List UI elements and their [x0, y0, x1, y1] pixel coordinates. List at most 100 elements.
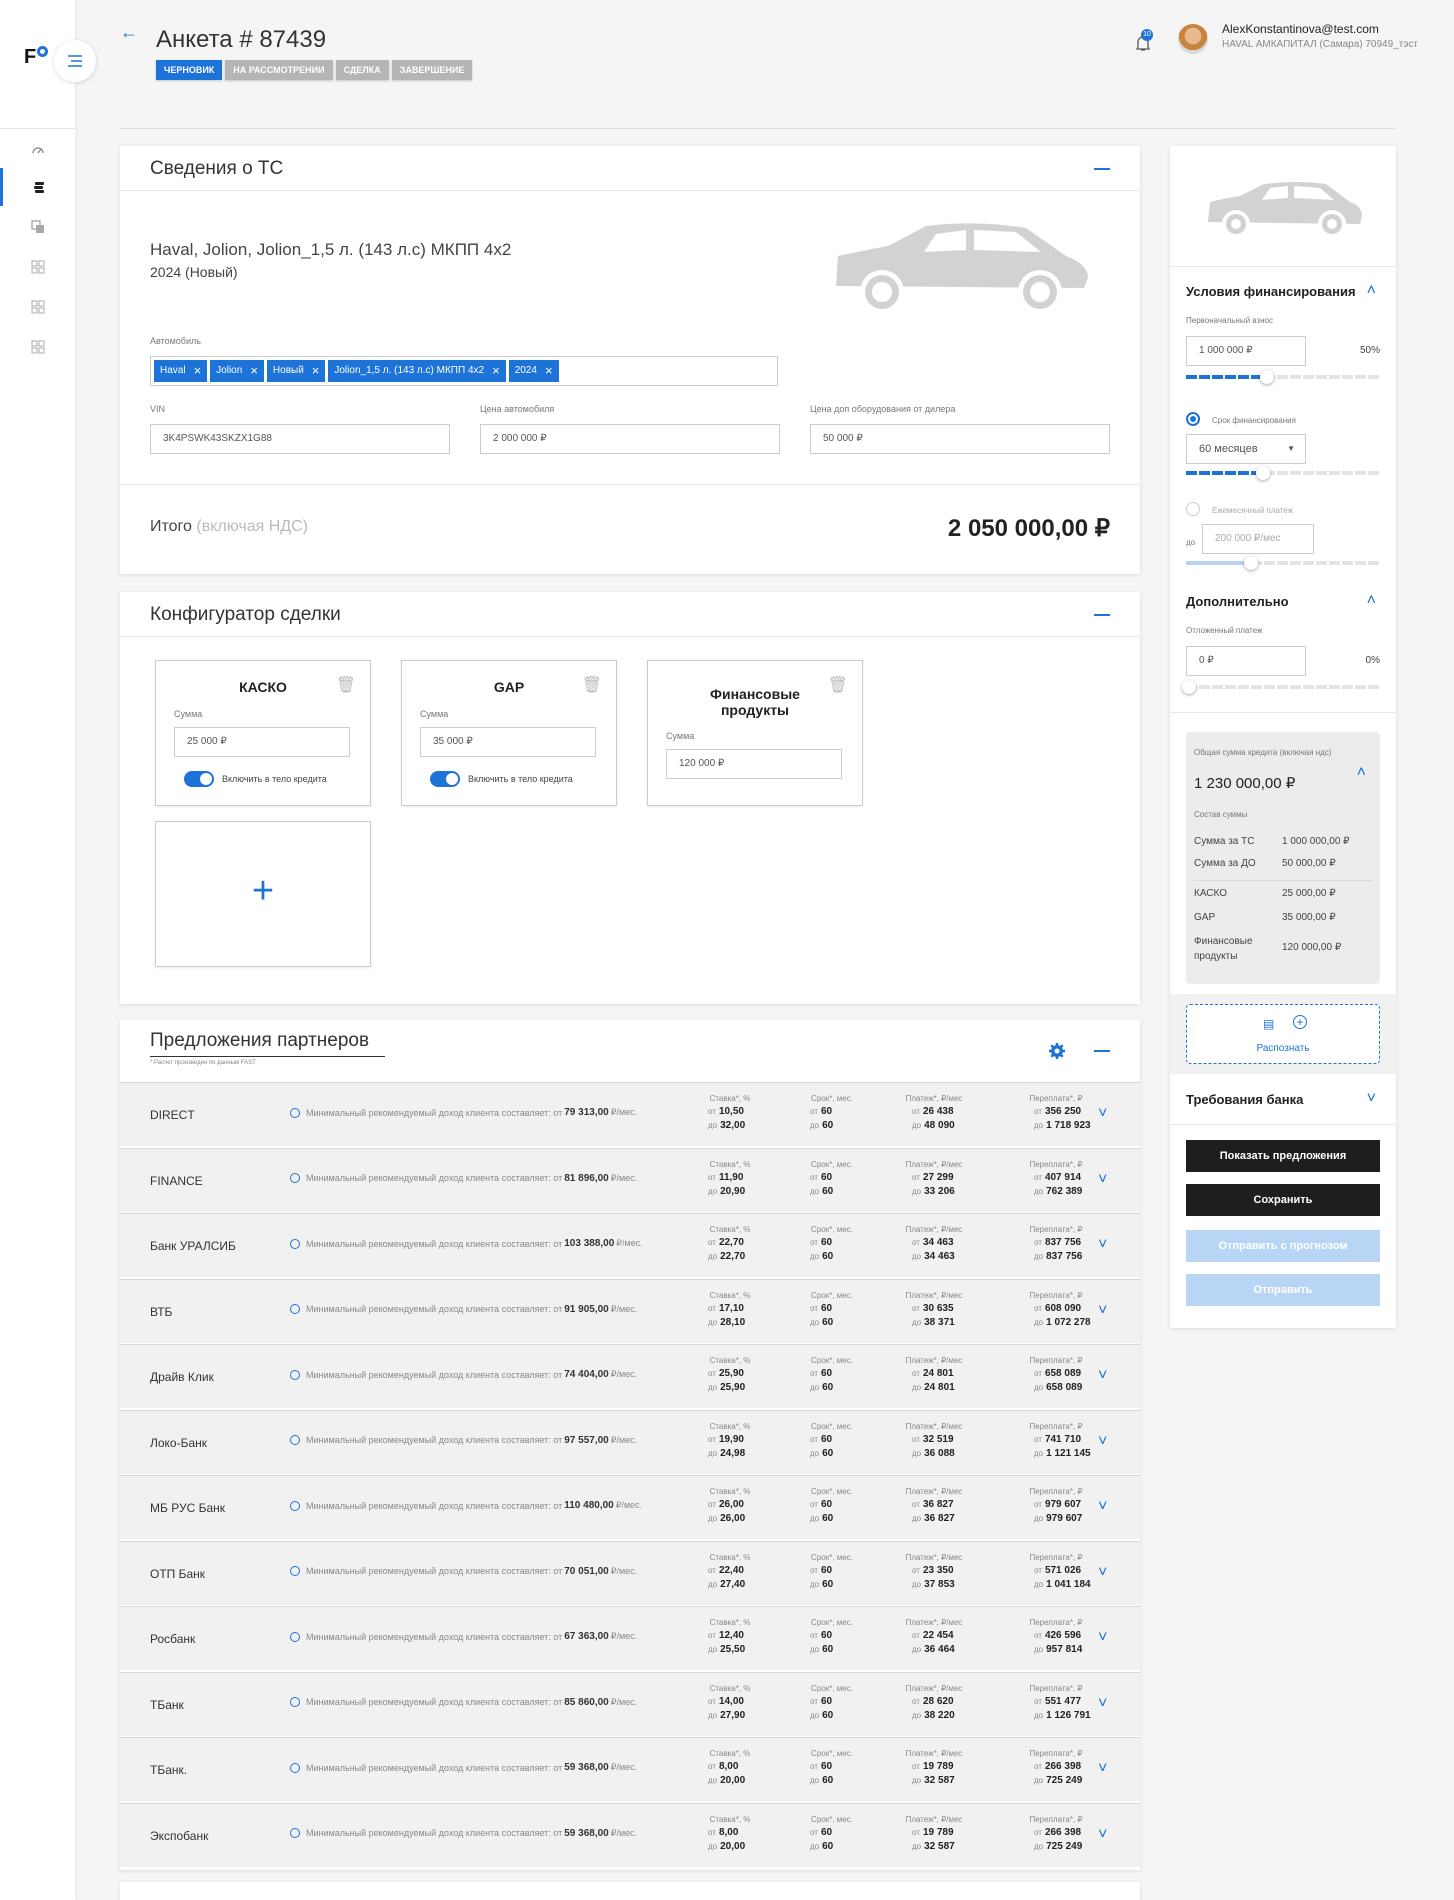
- partner-row[interactable]: DIRECT Минимальный рекомендуемый доход к…: [120, 1082, 1140, 1146]
- chevron-up-icon[interactable]: ˄: [1367, 592, 1376, 610]
- collapse-button[interactable]: [1094, 1050, 1110, 1052]
- chevron-down-icon[interactable]: ˅: [1098, 1302, 1107, 1320]
- offer-column: Срок*, мес. от 60 до 60: [792, 1421, 872, 1461]
- send-button[interactable]: Отправить: [1186, 1274, 1380, 1306]
- income-info: Минимальный рекомендуемый доход клиента …: [290, 1697, 637, 1708]
- tag-chip[interactable]: Новый ×: [266, 357, 326, 385]
- tag-chip[interactable]: Jolion_1,5 л. (143 л.с) МКПП 4x2 ×: [328, 357, 506, 385]
- partner-row[interactable]: ВТБ Минимальный рекомендуемый доход клие…: [120, 1278, 1140, 1343]
- down-payment-input[interactable]: 1 000 000 ₽: [1186, 336, 1306, 366]
- avatar[interactable]: [1178, 24, 1208, 54]
- tag-chip[interactable]: Haval ×: [154, 357, 208, 385]
- sidebar-item-grid-1[interactable]: [0, 248, 75, 286]
- to-value: до 48 090: [912, 1120, 955, 1131]
- deferred-slider[interactable]: [1182, 680, 1380, 694]
- chevron-down-icon[interactable]: ˅: [1098, 1105, 1107, 1123]
- monthly-slider[interactable]: [1186, 556, 1380, 570]
- send-with-forecast-button[interactable]: Отправить с прогнозом: [1186, 1230, 1380, 1262]
- breakdown-item-label: Финансовые продукты: [1194, 936, 1253, 962]
- chevron-down-icon[interactable]: ˅: [1098, 1236, 1107, 1254]
- sidebar-item-dashboard[interactable]: [0, 130, 75, 168]
- close-icon[interactable]: ×: [492, 357, 500, 385]
- collapse-button[interactable]: [1094, 614, 1110, 616]
- partner-row[interactable]: Локо-Банк Минимальный рекомендуемый дохо…: [120, 1409, 1140, 1474]
- tag-chip[interactable]: Jolion ×: [210, 360, 264, 382]
- add-product-button[interactable]: +: [155, 821, 371, 967]
- partner-row[interactable]: FINANCE Минимальный рекомендуемый доход …: [120, 1147, 1140, 1212]
- column-header: Срок*, мес.: [811, 1814, 853, 1824]
- info-icon: [290, 1304, 300, 1314]
- chevron-down-icon[interactable]: ˅: [1098, 1171, 1107, 1189]
- partner-row[interactable]: Экспобанк Минимальный рекомендуемый дохо…: [120, 1802, 1140, 1867]
- partner-row[interactable]: Банк УРАЛСИБ Минимальный рекомендуемый д…: [120, 1213, 1140, 1277]
- gear-icon[interactable]: [1048, 1042, 1066, 1060]
- partner-row[interactable]: ТБанк Минимальный рекомендуемый доход кл…: [120, 1671, 1140, 1736]
- include-toggle[interactable]: [184, 771, 214, 787]
- price-input[interactable]: 2 000 000 ₽: [480, 424, 780, 454]
- finance-panel: Условия финансирования ˄ Первоначальный …: [1170, 146, 1396, 1328]
- back-arrow-icon[interactable]: ←: [120, 22, 138, 43]
- partner-row[interactable]: ОТП Банк Минимальный рекомендуемый доход…: [120, 1540, 1140, 1605]
- deferred-input[interactable]: 0 ₽: [1186, 646, 1306, 676]
- chevron-up-icon[interactable]: ˄: [1367, 282, 1376, 300]
- from-label: от: [553, 1500, 563, 1511]
- bank-requirements[interactable]: Требования банка: [1186, 1092, 1303, 1107]
- partner-row[interactable]: Росбанк Минимальный рекомендуемый доход …: [120, 1606, 1140, 1670]
- column-header: Платеж*, ₽/мес: [905, 1421, 963, 1431]
- bank-name: Экспобанк: [150, 1828, 209, 1843]
- sidebar-item-copy[interactable]: [0, 208, 75, 246]
- sidebar-item-grid-3[interactable]: [0, 328, 75, 366]
- menu-toggle-button[interactable]: [54, 40, 96, 82]
- to-value: до 1 121 145: [1034, 1447, 1091, 1459]
- notifications-button[interactable]: 10: [1135, 29, 1153, 57]
- trash-icon[interactable]: 🗑: [582, 675, 602, 695]
- chevron-down-icon[interactable]: ˅: [1098, 1564, 1107, 1582]
- include-toggle[interactable]: [430, 771, 460, 787]
- to-value: до 27,90: [708, 1709, 746, 1721]
- to-value: до 36 827: [912, 1513, 955, 1524]
- from-value: от 10,50: [708, 1106, 744, 1117]
- offer-column: Ставка*, % от 19,90 до 24,98: [690, 1421, 770, 1461]
- chevron-up-icon[interactable]: ˄: [1357, 764, 1366, 782]
- vin-input[interactable]: 3K4PSWK43SKZX1G88: [150, 424, 450, 454]
- trash-icon[interactable]: 🗑: [336, 675, 356, 695]
- product-sum-input[interactable]: 120 000 ₽: [666, 749, 842, 779]
- term-radio[interactable]: [1186, 412, 1200, 426]
- chevron-down-icon[interactable]: ˅: [1098, 1498, 1107, 1516]
- info-icon: [290, 1107, 300, 1118]
- save-button[interactable]: Сохранить: [1186, 1184, 1380, 1216]
- show-offers-button[interactable]: Показать предложения: [1186, 1140, 1380, 1172]
- monthly-input[interactable]: 200 000 ₽/мес: [1202, 524, 1314, 554]
- chevron-down-icon[interactable]: ˅: [1367, 1090, 1376, 1108]
- chevron-down-icon[interactable]: ˅: [1098, 1629, 1107, 1647]
- chevron-down-icon[interactable]: ˅: [1098, 1760, 1107, 1778]
- chevron-down-icon[interactable]: ˅: [1098, 1367, 1107, 1385]
- partner-row[interactable]: МБ РУС Банк Минимальный рекомендуемый до…: [120, 1475, 1140, 1539]
- sidebar-item-grid-2[interactable]: [0, 288, 75, 326]
- close-icon[interactable]: ×: [312, 357, 320, 385]
- chevron-down-icon[interactable]: ˅: [1098, 1826, 1107, 1844]
- chevron-down-icon[interactable]: ˅: [1098, 1695, 1107, 1713]
- term-select[interactable]: 60 месяцев ▼: [1186, 434, 1306, 464]
- collapse-button[interactable]: [1094, 168, 1110, 170]
- term-slider[interactable]: [1186, 466, 1380, 480]
- partner-row[interactable]: ТБанк. Минимальный рекомендуемый доход к…: [120, 1737, 1140, 1801]
- close-icon[interactable]: ×: [250, 357, 258, 385]
- monthly-radio[interactable]: [1186, 502, 1200, 516]
- to-value: до 27,40: [708, 1578, 746, 1590]
- from-value: от 32 519: [912, 1433, 954, 1445]
- partner-row[interactable]: Драйв Клик Минимальный рекомендуемый дох…: [120, 1344, 1140, 1408]
- column-header: Платеж*, ₽/мес: [905, 1159, 963, 1169]
- sidebar-item-finance[interactable]: [0, 168, 75, 206]
- product-sum-input[interactable]: 25 000 ₽: [174, 727, 350, 757]
- recognize-button[interactable]: ▤ + Распознать: [1186, 1004, 1380, 1064]
- down-payment-slider[interactable]: [1186, 370, 1380, 384]
- close-icon[interactable]: ×: [194, 357, 202, 385]
- extra-equipment-input[interactable]: 50 000 ₽: [810, 424, 1110, 454]
- tag-chip[interactable]: 2024 ×: [508, 357, 559, 385]
- vehicle-tags-input[interactable]: Haval × Jolion × Новый × Jolion_1,5 л. (143…: [150, 356, 778, 386]
- product-sum-input[interactable]: 35 000 ₽: [420, 727, 596, 757]
- close-icon[interactable]: ×: [545, 357, 553, 385]
- trash-icon[interactable]: 🗑: [828, 675, 848, 695]
- chevron-down-icon[interactable]: ˅: [1098, 1433, 1107, 1451]
